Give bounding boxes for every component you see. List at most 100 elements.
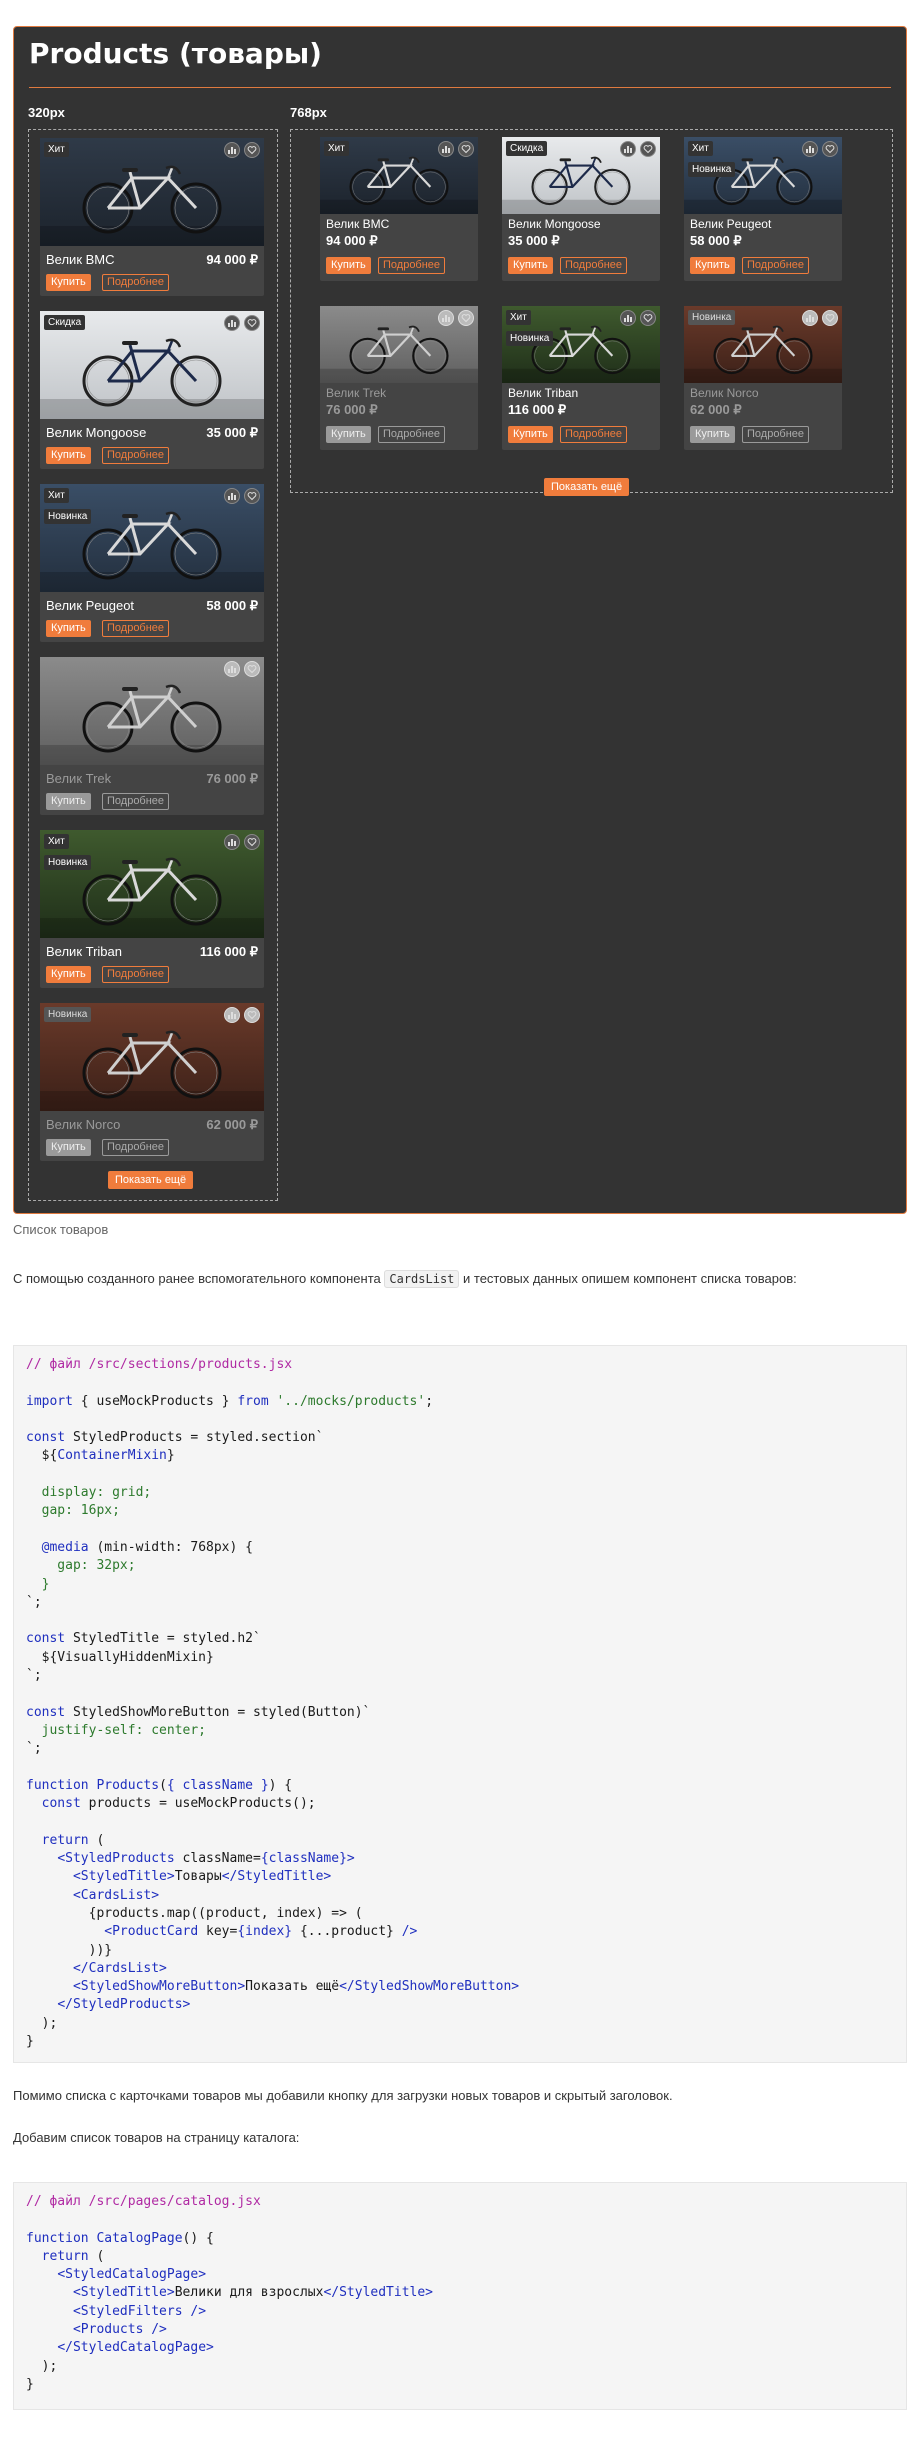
code-token: Велики для взрослых [174, 2285, 324, 2301]
heart-icon[interactable] [244, 142, 260, 158]
buy-button[interactable]: Купить [46, 1139, 91, 1156]
heart-icon[interactable] [822, 141, 838, 157]
details-button[interactable]: Подробнее [378, 257, 446, 274]
code-line: `; [26, 1740, 894, 1758]
details-button[interactable]: Подробнее [102, 620, 170, 637]
code-token: (min-width: 768px) { [88, 1539, 253, 1555]
details-button[interactable]: Подробнее [102, 793, 170, 810]
compare-icon[interactable] [224, 661, 240, 677]
product-card: Хит Новинка Велик Peugeot 58 000 ₽ Купить… [684, 137, 842, 281]
buy-button[interactable]: Купить [326, 257, 371, 274]
code-line: import { useMockProducts } from '../mock… [26, 1393, 894, 1411]
details-button[interactable]: Подробнее [102, 447, 170, 464]
buy-button[interactable]: Купить [46, 966, 91, 983]
details-button[interactable]: Подробнее [102, 1139, 170, 1156]
compare-icon[interactable] [802, 310, 818, 326]
code-token: function [26, 2230, 89, 2246]
show-more-button-768[interactable]: Показать ещё [544, 478, 630, 496]
code-token: '../mocks/products' [276, 1393, 426, 1409]
heart-icon[interactable] [244, 661, 260, 677]
details-button[interactable]: Подробнее [742, 257, 810, 274]
product-name: Велик Trek [326, 386, 387, 400]
buy-button[interactable]: Купить [690, 426, 735, 443]
compare-icon[interactable] [620, 310, 636, 326]
details-button[interactable]: Подробнее [378, 426, 446, 443]
buy-button[interactable]: Купить [46, 620, 91, 637]
compare-icon[interactable] [224, 142, 240, 158]
compare-icon[interactable] [224, 834, 240, 850]
heart-icon[interactable] [458, 141, 474, 157]
details-button[interactable]: Подробнее [742, 426, 810, 443]
compare-icon[interactable] [620, 141, 636, 157]
product-price: 58 000 ₽ [690, 233, 742, 248]
heart-icon[interactable] [244, 1007, 260, 1023]
code-token: } [26, 2376, 34, 2392]
code-token: {...product} [292, 1924, 402, 1940]
product-price: 62 000 ₽ [690, 402, 742, 417]
code-line: } [26, 2033, 894, 2051]
details-button[interactable]: Подробнее [560, 426, 628, 443]
code-line: display: grid; [26, 1484, 894, 1502]
heart-icon[interactable] [640, 141, 656, 157]
code-token: const [26, 1704, 66, 1720]
details-button[interactable]: Подробнее [560, 257, 628, 274]
code-line: <Products /> [26, 2321, 894, 2339]
code-token: Показать ещё [245, 1979, 340, 1995]
code-token: { className } [166, 1777, 269, 1793]
code-token: } [26, 1576, 50, 1592]
code-token: ${VisuallyHiddenMixin} [26, 1649, 214, 1665]
details-button[interactable]: Подробнее [102, 274, 170, 291]
buy-button[interactable]: Купить [46, 793, 91, 810]
code-line: <StyledFilters /> [26, 2303, 894, 2321]
code-line: <StyledTitle>Товары</StyledTitle> [26, 1868, 894, 1886]
buy-button[interactable]: Купить [46, 274, 91, 291]
heart-icon[interactable] [640, 310, 656, 326]
code-line: @media (min-width: 768px) { [26, 1539, 894, 1557]
heart-icon[interactable] [822, 310, 838, 326]
heart-icon[interactable] [458, 310, 474, 326]
code-token: ; [425, 1393, 434, 1409]
heart-icon[interactable] [244, 488, 260, 504]
heart-icon[interactable] [244, 834, 260, 850]
buy-button[interactable]: Купить [46, 447, 91, 464]
compare-icon[interactable] [802, 141, 818, 157]
code-token: <StyledTitle> [72, 1869, 175, 1885]
product-actions [620, 141, 656, 157]
product-price: 58 000 ₽ [206, 598, 258, 613]
paragraph-show-more-note: Помимо списка с карточками товаров мы до… [13, 2088, 673, 2103]
compare-icon[interactable] [224, 1007, 240, 1023]
show-more-button[interactable]: Показать ещё [108, 1171, 194, 1189]
compare-icon[interactable] [438, 141, 454, 157]
product-price: 94 000 ₽ [326, 233, 378, 248]
product-actions [438, 141, 474, 157]
code-token: // файл /src/pages/catalog.jsx [26, 2194, 261, 2209]
buy-button[interactable]: Купить [508, 257, 553, 274]
heart-icon[interactable] [244, 315, 260, 331]
product-actions [224, 488, 260, 504]
product-card: Скидка Велик Mongoose 35 000 ₽ Купить По… [40, 311, 264, 469]
product-badges: Хит [324, 141, 349, 156]
code-line: const StyledProducts = styled.section` [26, 1429, 894, 1447]
compare-icon[interactable] [224, 315, 240, 331]
code-token: <StyledFilters /> [72, 2303, 207, 2319]
code-line: </StyledCatalogPage> [26, 2339, 894, 2357]
buy-button[interactable]: Купить [690, 257, 735, 274]
code-line: `; [26, 1594, 894, 1612]
buy-button[interactable]: Купить [326, 426, 371, 443]
code-token: ( [88, 2248, 105, 2264]
code-token: `; [26, 1594, 42, 1610]
code-token: > [346, 1851, 355, 1867]
product-card: Новинка Велик Norco 62 000 ₽ Купить Подр… [684, 306, 842, 450]
buy-button[interactable]: Купить [508, 426, 553, 443]
details-button[interactable]: Подробнее [102, 966, 170, 983]
product-name: Велик Norco [46, 1117, 121, 1132]
product-badge: Новинка [44, 855, 92, 870]
compare-icon[interactable] [438, 310, 454, 326]
code-token: StyledProducts = styled.section` [65, 1430, 324, 1446]
compare-icon[interactable] [224, 488, 240, 504]
code-token: display: grid; [26, 1485, 152, 1501]
